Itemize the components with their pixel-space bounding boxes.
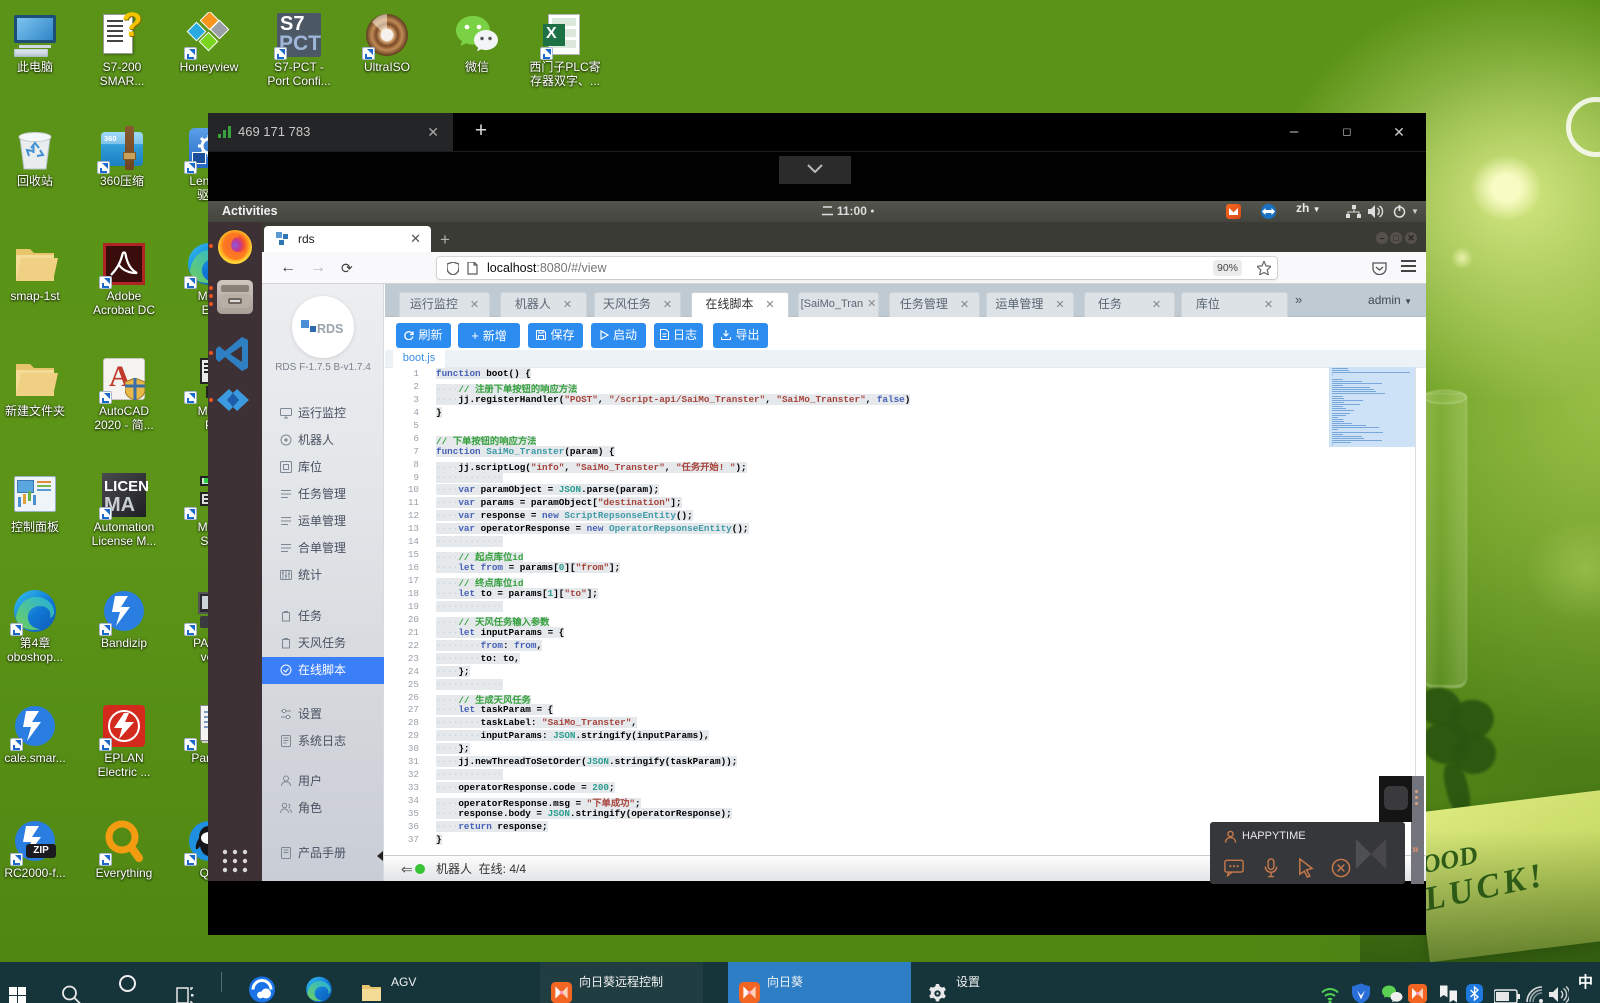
svg-text:RDS: RDS — [317, 322, 343, 336]
